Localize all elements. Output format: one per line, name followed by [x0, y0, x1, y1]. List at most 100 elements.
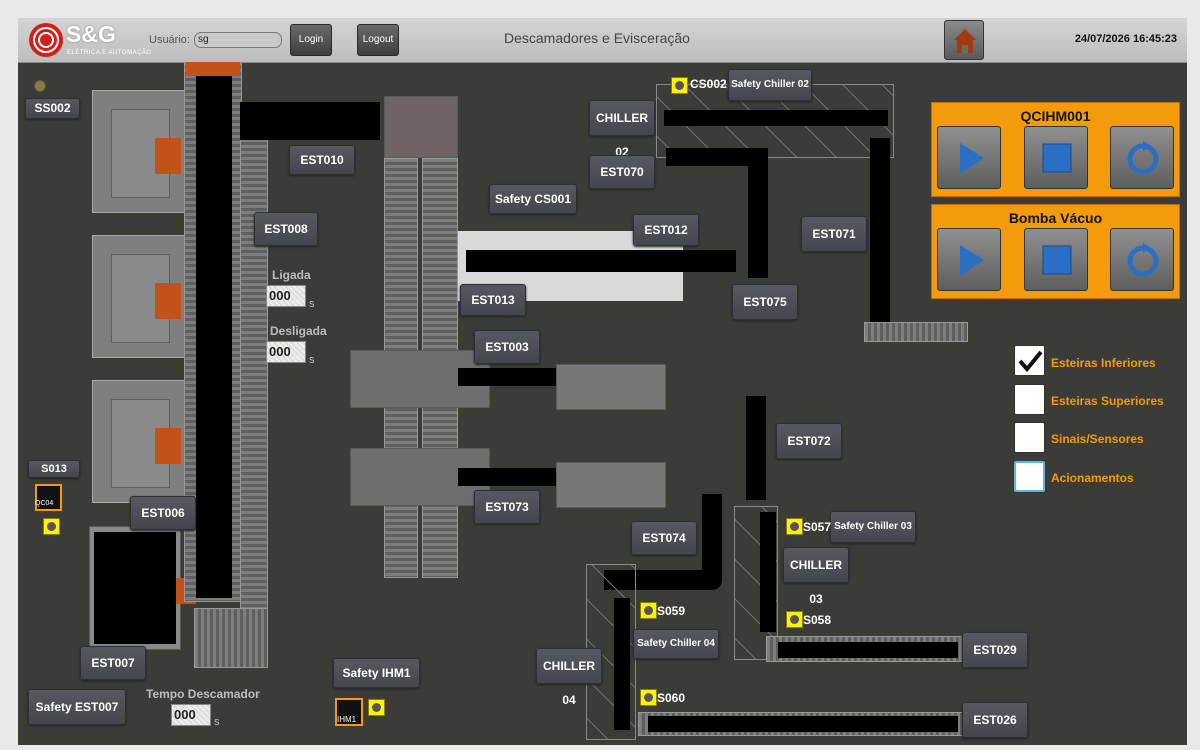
label-acionamentos: Acionamentos [1051, 471, 1134, 485]
label-safety-chiller04[interactable]: Safety Chiller 04 [633, 629, 719, 659]
label-est012[interactable]: EST012 [633, 214, 699, 246]
label-est075[interactable]: EST075 [732, 284, 798, 320]
label-est007[interactable]: EST007 [80, 646, 146, 680]
reset-icon [1127, 243, 1159, 277]
tempo-descamador-input[interactable]: 000 [171, 704, 211, 726]
sensor-cs002[interactable] [671, 77, 688, 94]
chute-2 [155, 283, 181, 319]
bomba-play-button[interactable] [937, 228, 1001, 291]
label-est010[interactable]: EST010 [289, 145, 355, 175]
est013-conveyor [466, 250, 736, 272]
checkbox-acionamentos[interactable] [1014, 461, 1045, 492]
chiller04-conveyor [614, 598, 630, 730]
label-est070[interactable]: EST070 [589, 155, 655, 189]
label-est072[interactable]: EST072 [776, 423, 842, 459]
est071-conveyor [870, 138, 890, 328]
logout-button[interactable]: Logout [357, 24, 399, 56]
user-field[interactable]: sg [194, 32, 282, 48]
est074-conveyor-v [702, 494, 722, 578]
company-logo: S&G ELÉTRICA E AUTOMAÇÃO [26, 20, 166, 60]
label-ss002[interactable]: SS002 [25, 98, 80, 119]
header-bar: S&G ELÉTRICA E AUTOMAÇÃO Usuário: sg Log… [18, 18, 1187, 63]
sensor-s057[interactable] [786, 518, 803, 535]
machine-est003-b [556, 364, 666, 410]
bomba-reset-button[interactable] [1110, 228, 1174, 291]
est072-conveyor [746, 396, 766, 500]
sensor-s058-label: S058 [803, 613, 832, 627]
qc04-panel[interactable]: QC04 [35, 484, 62, 511]
label-esteiras-inferiores: Esteiras Inferiores [1051, 356, 1156, 370]
reset-icon [1127, 141, 1159, 175]
label-est073[interactable]: EST073 [474, 490, 540, 524]
est073-conveyor [458, 468, 556, 486]
tempo-descamador-label: Tempo Descamador [146, 687, 260, 701]
est029-conveyor [778, 642, 958, 658]
checkbox-sinais-sensores[interactable] [1014, 422, 1045, 453]
label-est071[interactable]: EST071 [801, 216, 867, 252]
label-safety-chiller03[interactable]: Safety Chiller 03 [830, 511, 916, 543]
ihm1-sensor[interactable] [368, 699, 385, 716]
s013-sensor[interactable] [43, 518, 60, 535]
qcihm001-reset-button[interactable] [1110, 126, 1174, 189]
label-est074[interactable]: EST074 [631, 521, 697, 555]
hmi-screen: S&G ELÉTRICA E AUTOMAÇÃO Usuário: sg Log… [18, 18, 1187, 745]
machine-est073-b [556, 462, 666, 508]
qcihm001-stop-button[interactable] [1024, 126, 1088, 189]
ligada-input[interactable]: 000 [266, 285, 306, 307]
est010-conveyor [240, 102, 380, 140]
sensor-s058[interactable] [786, 611, 803, 628]
bomba-stop-button[interactable] [1024, 228, 1088, 291]
label-safety-cs001[interactable]: Safety CS001 [489, 184, 577, 214]
label-est013[interactable]: EST013 [460, 284, 526, 316]
qcihm001-play-button[interactable] [937, 126, 1001, 189]
ihm1-panel[interactable]: IHM1 [335, 698, 363, 726]
brand-subtitle: ELÉTRICA E AUTOMAÇÃO [67, 50, 152, 56]
label-esteiras-superiores: Esteiras Superiores [1051, 394, 1164, 408]
label-est003[interactable]: EST003 [474, 330, 540, 364]
label-safety-ihm1[interactable]: Safety IHM1 [333, 658, 420, 688]
label-est008[interactable]: EST008 [254, 212, 318, 246]
qc04-label: QC04 [35, 500, 54, 507]
est070-conveyor-v [748, 148, 768, 278]
sensor-s059[interactable] [640, 602, 657, 619]
ihm1-label: IHM1 [337, 715, 357, 724]
label-est029[interactable]: EST029 [962, 632, 1028, 668]
play-icon [960, 245, 984, 276]
play-icon [960, 143, 984, 174]
home-icon [954, 29, 976, 53]
est006-conveyor [196, 76, 232, 598]
label-safety-chiller02[interactable]: Safety Chiller 02 [728, 69, 812, 101]
chute-3 [155, 428, 181, 464]
checkbox-esteiras-superiores[interactable] [1014, 384, 1045, 415]
stop-icon [1042, 143, 1072, 173]
ligada-label: Ligada [272, 268, 311, 282]
sensor-s057-label: S057 [803, 520, 832, 534]
login-button[interactable]: Login [290, 24, 332, 56]
desligada-unit: s [309, 354, 315, 366]
est006-base [194, 608, 268, 668]
label-safety-est007[interactable]: Safety EST007 [28, 689, 126, 725]
user-label: Usuário: [149, 34, 190, 46]
brand-name: S&G [66, 21, 116, 47]
ss002-indicator [34, 80, 46, 92]
checkbox-esteiras-inferiores[interactable] [1014, 345, 1045, 376]
control-qcihm001: QCIHM001 [931, 102, 1180, 197]
tempo-descamador-unit: s [214, 716, 220, 728]
chute-1 [155, 138, 181, 174]
label-est006[interactable]: EST006 [130, 496, 196, 530]
checkmark-icon [1018, 350, 1043, 373]
label-est026[interactable]: EST026 [962, 702, 1028, 738]
est006-head [186, 62, 240, 76]
label-s013[interactable]: S013 [28, 460, 80, 478]
label-chiller04[interactable]: CHILLER 04 [536, 648, 602, 707]
label-chiller02[interactable]: CHILLER 02 [589, 100, 655, 159]
desligada-input[interactable]: 000 [266, 341, 306, 363]
label-chiller03[interactable]: CHILLER 03 [783, 547, 849, 606]
est007-conveyor [94, 532, 176, 644]
datetime: 24/07/2026 16:45:23 [1074, 33, 1177, 45]
stop-icon [1042, 245, 1072, 275]
sensor-s060[interactable] [640, 689, 657, 706]
control-bomba-vacuo: Bomba Vácuo [931, 204, 1180, 299]
sensor-s059-label: S059 [657, 604, 686, 618]
home-button[interactable] [944, 20, 984, 60]
